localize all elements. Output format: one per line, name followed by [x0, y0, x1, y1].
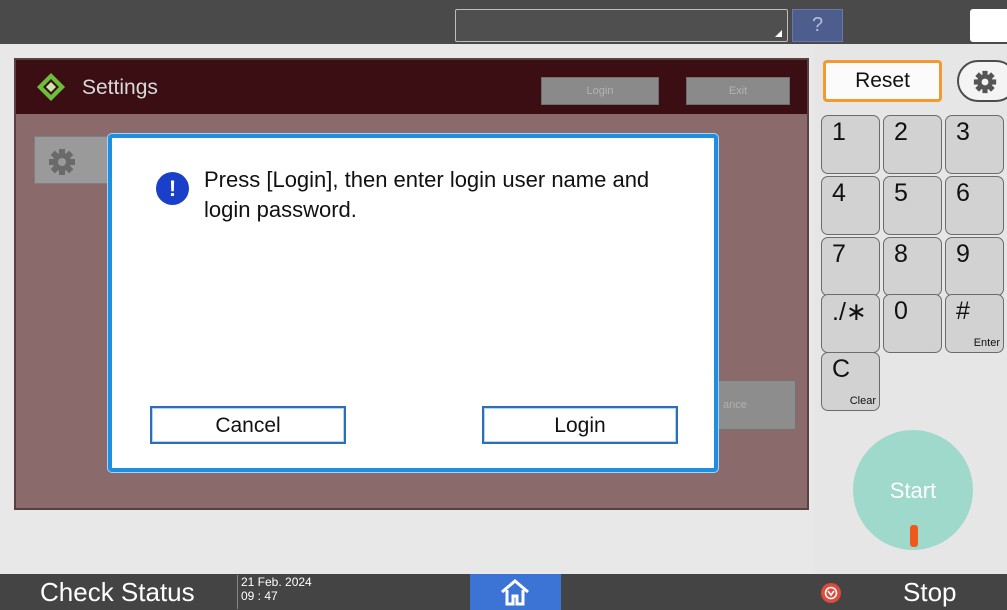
gear-icon: [973, 70, 997, 94]
login-prompt-dialog: ! Press [Login], then enter login user n…: [108, 134, 718, 472]
settings-header: Settings Login Exit: [16, 60, 807, 114]
theme-toggle-button[interactable]: [970, 9, 1007, 42]
key-enter[interactable]: # Enter: [945, 294, 1004, 353]
key-2[interactable]: 2: [883, 115, 942, 174]
page-title: Settings: [82, 76, 158, 99]
moon-icon: [982, 17, 990, 33]
settings-logo-icon: [37, 73, 65, 101]
stop-button[interactable]: Stop: [903, 577, 957, 608]
key-period-star[interactable]: ./∗: [821, 294, 880, 353]
header-login-button[interactable]: Login: [541, 77, 659, 105]
key-7[interactable]: 7: [821, 237, 880, 296]
start-button[interactable]: Start: [853, 430, 973, 550]
key-4[interactable]: 4: [821, 176, 880, 235]
date-label: 21 Feb. 2024: [241, 575, 312, 589]
login-button[interactable]: Login: [482, 406, 678, 444]
check-status-button[interactable]: Check Status: [40, 577, 195, 608]
help-button[interactable]: ?: [792, 9, 843, 42]
header-exit-button[interactable]: Exit: [686, 77, 790, 105]
status-message-field[interactable]: [455, 9, 788, 42]
maintenance-tile[interactable]: ance: [718, 380, 796, 430]
expand-corner-icon: [775, 30, 782, 37]
key-5[interactable]: 5: [883, 176, 942, 235]
key-clear[interactable]: C Clear: [821, 352, 880, 411]
config-button[interactable]: [957, 60, 1007, 102]
cancel-button[interactable]: Cancel: [150, 406, 346, 444]
key-3[interactable]: 3: [945, 115, 1004, 174]
reset-button[interactable]: Reset: [823, 60, 942, 102]
key-6[interactable]: 6: [945, 176, 1004, 235]
settings-tile[interactable]: [34, 136, 114, 184]
bottom-bar: Check Status 21 Feb. 2024 09 : 47 Stop: [0, 574, 1007, 610]
home-button[interactable]: [470, 574, 561, 610]
time-label: 09 : 47: [241, 589, 278, 603]
home-icon: [501, 579, 529, 606]
key-9[interactable]: 9: [945, 237, 1004, 296]
start-indicator-lamp: [910, 525, 918, 547]
question-icon: ?: [811, 14, 824, 36]
dialog-message: Press [Login], then enter login user nam…: [204, 167, 650, 222]
stop-icon: [821, 583, 841, 603]
date-time-display: 21 Feb. 2024 09 : 47: [237, 575, 327, 609]
start-label: Start: [889, 478, 937, 503]
gear-icon: [49, 149, 75, 175]
info-icon: !: [156, 172, 189, 205]
top-bar: ?: [0, 0, 1007, 44]
key-1[interactable]: 1: [821, 115, 880, 174]
key-8[interactable]: 8: [883, 237, 942, 296]
key-0[interactable]: 0: [883, 294, 942, 353]
